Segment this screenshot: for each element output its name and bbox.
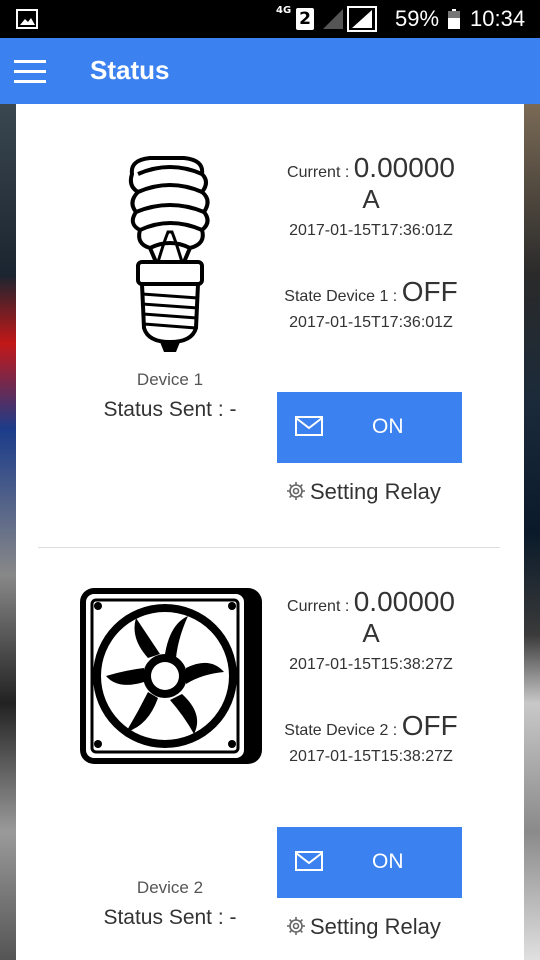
signal-strength-icon [347, 6, 377, 32]
current-label: Current : [287, 598, 354, 615]
current-timestamp: 2017-01-15T17:36:01Z [289, 222, 453, 239]
device-item: Device 1 Status Sent : - Current : 0.000… [16, 104, 524, 547]
fan-icon [80, 588, 262, 764]
background-image-left [0, 104, 16, 960]
state-value: OFF [401, 276, 458, 307]
setting-relay-label: Setting Relay [310, 914, 441, 939]
clock: 10:34 [470, 6, 526, 31]
state-timestamp: 2017-01-15T15:38:27Z [289, 748, 453, 765]
current-value: 0.00000 [353, 152, 455, 183]
device-list-card: Device 1 Status Sent : - Current : 0.000… [16, 104, 524, 960]
current-reading: Current : 0.00000 [274, 586, 468, 618]
background-image-right [524, 104, 540, 960]
on-button[interactable]: ON [277, 392, 462, 463]
current-value: 0.00000 [353, 586, 455, 617]
setting-relay-link[interactable]: Setting Relay [286, 479, 456, 505]
envelope-icon [295, 416, 323, 436]
current-timestamp: 2017-01-15T15:38:27Z [289, 656, 453, 673]
device-name: Device 1 [136, 370, 204, 389]
envelope-icon [295, 851, 323, 871]
device-info: Current : 0.00000 A 2017-01-15T15:38:27Z… [274, 586, 468, 766]
device-item: Device 2 Status Sent : - Current : 0.000… [16, 548, 524, 960]
setting-relay-link[interactable]: Setting Relay [286, 914, 456, 940]
on-button-label: ON [372, 850, 404, 873]
gear-icon [287, 482, 305, 500]
state-reading: State Device 1 : OFF [274, 276, 468, 308]
battery-percent: 59% [395, 6, 440, 31]
gear-icon [287, 917, 305, 935]
app-bar: Status [0, 38, 540, 104]
setting-relay-label: Setting Relay [310, 479, 441, 504]
state-reading: State Device 2 : OFF [274, 710, 468, 742]
current-unit: A [362, 184, 380, 214]
device-name: Device 2 [136, 878, 204, 897]
device-info: Current : 0.00000 A 2017-01-15T17:36:01Z… [274, 152, 468, 332]
status-bar: 4G 2 59% 10:34 [0, 0, 540, 38]
state-timestamp: 2017-01-15T17:36:01Z [289, 314, 453, 331]
current-reading: Current : 0.00000 [274, 152, 468, 184]
signal-icon [323, 9, 343, 29]
state-label: State Device 2 : [284, 722, 402, 739]
state-value: OFF [401, 710, 458, 741]
sim-badge: 2 [296, 8, 314, 30]
battery-icon [448, 9, 460, 29]
status-sent: Status Sent : - [103, 906, 237, 929]
current-label: Current : [287, 164, 354, 181]
network-type: 4G [276, 5, 292, 16]
on-button-label: ON [372, 415, 404, 438]
state-label: State Device 1 : [284, 288, 402, 305]
current-unit: A [362, 618, 380, 648]
picture-icon [16, 9, 38, 29]
lightbulb-icon [128, 156, 210, 352]
page-title: Status [90, 55, 170, 85]
on-button[interactable]: ON [277, 827, 462, 898]
status-sent: Status Sent : - [103, 398, 237, 421]
menu-icon[interactable] [14, 60, 46, 84]
